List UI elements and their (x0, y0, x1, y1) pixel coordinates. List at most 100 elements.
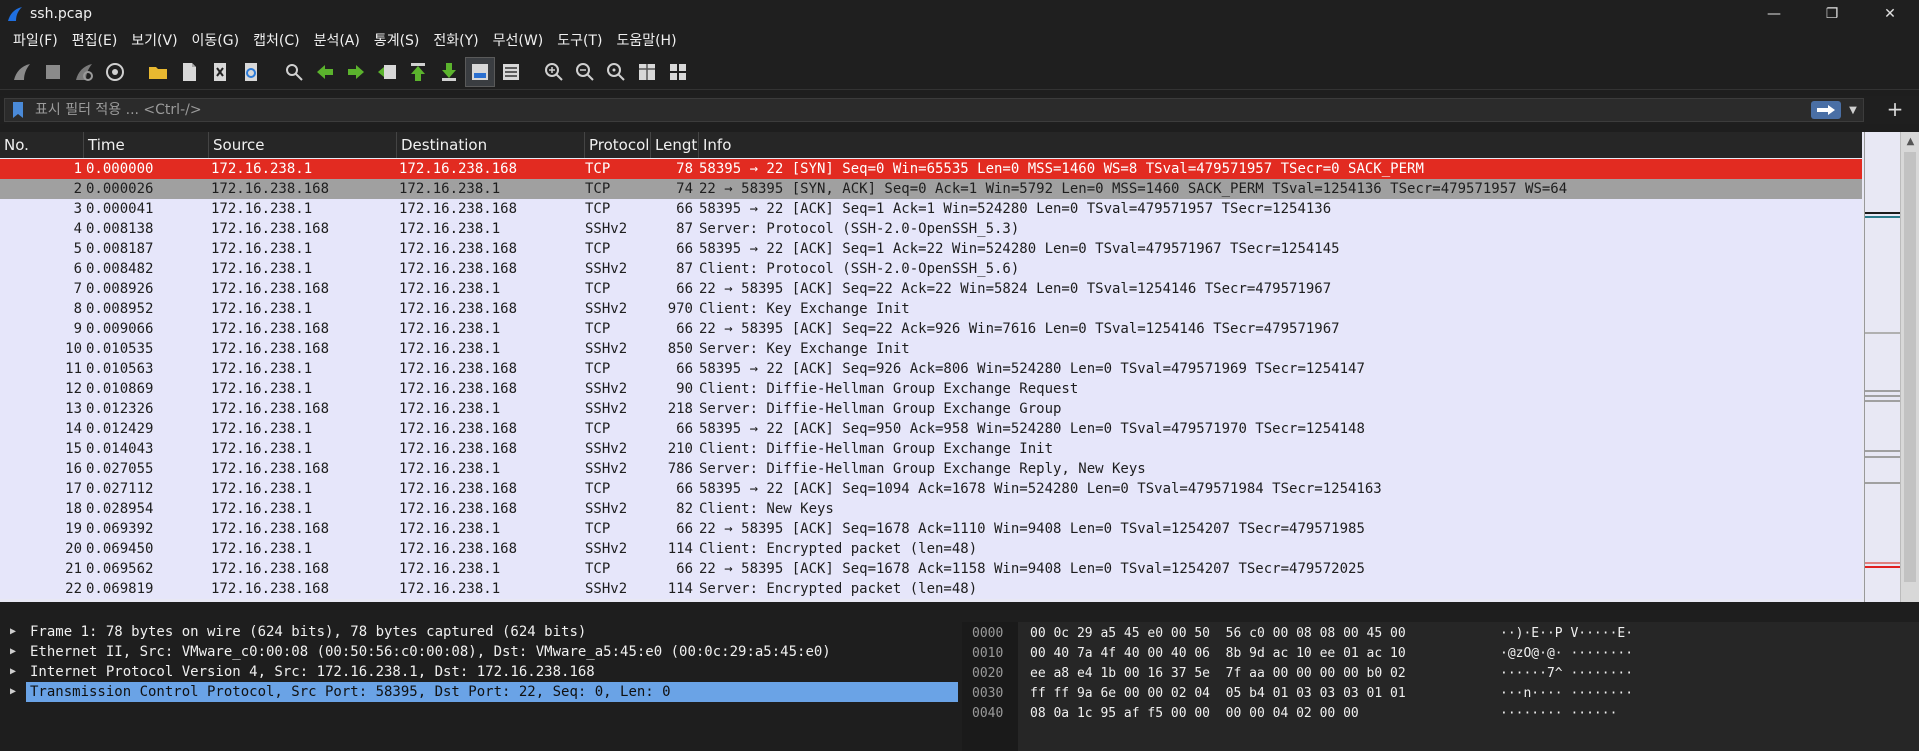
packet-info: 22 → 58395 [ACK] Seq=22 Ack=926 Win=7616… (699, 321, 1340, 337)
packet-row[interactable]: 19 0.069392 172.16.238.168 172.16.238.1 TCP 6… (0, 519, 1862, 539)
menu-edit[interactable]: 편집(E) (65, 28, 125, 54)
scroll-thumb[interactable] (1904, 152, 1916, 582)
packet-time: 0.012429 (86, 421, 154, 437)
apply-filter-button[interactable] (1811, 101, 1841, 119)
packet-source: 172.16.238.168 (211, 561, 330, 577)
column-no[interactable]: No. (0, 132, 84, 158)
expand-triangle-icon[interactable]: ▶ (10, 642, 16, 662)
display-filter-input[interactable] (27, 99, 1811, 121)
byte-hex[interactable]: 00 0c 29 a5 45 e0 00 50 56 c0 00 08 08 0… (1018, 622, 1478, 751)
menu-analyze[interactable]: 분석(A) (307, 28, 367, 54)
packet-row[interactable]: 10 0.010535 172.16.238.168 172.16.238.1 SSHv… (0, 339, 1862, 359)
restore-button[interactable]: ❐ (1803, 0, 1861, 28)
packet-row[interactable]: 14 0.012429 172.16.238.1 172.16.238.168 TCP 6… (0, 419, 1862, 439)
packet-row[interactable]: 4 0.008138 172.16.238.168 172.16.238.1 SSHv2… (0, 219, 1862, 239)
close-button[interactable]: ✕ (1861, 0, 1919, 28)
filter-history-dropdown[interactable]: ▼ (1845, 105, 1861, 116)
packet-destination: 172.16.238.168 (399, 261, 518, 277)
column-info[interactable]: Info (699, 132, 1862, 158)
packet-destination: 172.16.238.1 (399, 281, 501, 297)
packet-row[interactable]: 6 0.008482 172.16.238.1 172.16.238.168 SSHv2… (0, 259, 1862, 279)
packet-info: Server: Protocol (SSH-2.0-OpenSSH_5.3) (699, 221, 1020, 237)
zoom-out-button[interactable] (571, 58, 599, 86)
go-forward-button[interactable] (342, 58, 370, 86)
packet-info: 58395 → 22 [ACK] Seq=1 Ack=1 Win=524280 … (699, 201, 1332, 217)
stop-capture-button[interactable] (39, 58, 67, 86)
zoom-in-button[interactable] (540, 58, 568, 86)
packet-row[interactable]: 3 0.000041 172.16.238.1 172.16.238.168 TCP 66… (0, 199, 1862, 219)
save-file-button[interactable] (175, 58, 203, 86)
byte-ascii[interactable]: ··)·E··P V·····E· ·@zO@·@· ········ ····… (1478, 622, 1633, 751)
go-back-button[interactable] (311, 58, 339, 86)
go-to-packet-button[interactable] (373, 58, 401, 86)
packet-row[interactable]: 22 0.069819 172.16.238.168 172.16.238.1 SSHv… (0, 579, 1862, 599)
packet-no: 3 (73, 201, 82, 217)
detail-tcp[interactable]: ▶ Transmission Control Protocol, Src Port… (10, 682, 958, 702)
menu-file[interactable]: 파일(F) (6, 28, 65, 54)
reload-file-button[interactable] (237, 58, 265, 86)
packet-minimap[interactable] (1864, 132, 1901, 602)
packet-row[interactable]: 17 0.027112 172.16.238.1 172.16.238.168 TCP 6… (0, 479, 1862, 499)
packet-row[interactable]: 2 0.000026 172.16.238.168 172.16.238.1 TCP 74… (0, 179, 1862, 199)
packet-row[interactable]: 12 0.010869 172.16.238.1 172.16.238.168 SSHv… (0, 379, 1862, 399)
detail-ethernet[interactable]: ▶ Ethernet II, Src: VMware_c0:00:08 (00:5… (0, 642, 958, 662)
column-destination[interactable]: Destination (397, 132, 585, 158)
zoom-in-icon (545, 62, 563, 81)
packet-row[interactable]: 16 0.027055 172.16.238.168 172.16.238.1 SSHv… (0, 459, 1862, 479)
packet-row[interactable]: 21 0.069562 172.16.238.168 172.16.238.1 TCP 6… (0, 559, 1862, 579)
packet-row[interactable]: 20 0.069450 172.16.238.1 172.16.238.168 SSHv… (0, 539, 1862, 559)
packet-row[interactable]: 9 0.009066 172.16.238.168 172.16.238.1 TCP 66… (0, 319, 1862, 339)
close-file-button[interactable] (206, 58, 234, 86)
packet-protocol: SSHv2 (585, 381, 628, 397)
packet-length: 114 (667, 541, 693, 557)
packet-source: 172.16.238.168 (211, 341, 330, 357)
open-file-button[interactable] (144, 58, 172, 86)
menu-wireless[interactable]: 무선(W) (486, 28, 551, 54)
packet-length: 850 (667, 341, 693, 357)
restart-capture-button[interactable] (70, 58, 98, 86)
column-time[interactable]: Time (84, 132, 209, 158)
minimize-button[interactable]: — (1745, 0, 1803, 28)
packet-row[interactable]: 18 0.028954 172.16.238.1 172.16.238.168 SSHv… (0, 499, 1862, 519)
menu-help[interactable]: 도움말(H) (609, 28, 683, 54)
detail-frame[interactable]: ▶ Frame 1: 78 bytes on wire (624 bits), 7… (0, 622, 958, 642)
expand-triangle-icon[interactable]: ▶ (10, 662, 16, 682)
go-last-packet-button[interactable] (435, 58, 463, 86)
menu-go[interactable]: 이동(G) (185, 28, 247, 54)
packet-protocol: SSHv2 (585, 461, 628, 477)
packet-row[interactable]: 5 0.008187 172.16.238.1 172.16.238.168 TCP 66… (0, 239, 1862, 259)
autoscroll-button[interactable] (465, 56, 495, 87)
arrow-right-icon (1817, 105, 1835, 115)
packet-row[interactable]: 7 0.008926 172.16.238.168 172.16.238.1 TCP 66… (0, 279, 1862, 299)
expand-triangle-icon[interactable]: ▶ (10, 622, 16, 642)
packet-row[interactable]: 1 0.000000 172.16.238.1 172.16.238.168 TCP 78… (0, 159, 1862, 179)
colorize-button[interactable] (497, 58, 525, 86)
normal-size-button[interactable] (602, 58, 630, 86)
packet-time: 0.069562 (86, 561, 154, 577)
go-first-packet-button[interactable] (404, 58, 432, 86)
menu-telephony[interactable]: 전화(Y) (426, 28, 485, 54)
add-filter-button[interactable]: + (1883, 98, 1907, 122)
packet-row[interactable]: 15 0.014043 172.16.238.1 172.16.238.168 SSHv… (0, 439, 1862, 459)
start-capture-button[interactable] (8, 58, 36, 86)
packet-list-vertical-scrollbar[interactable]: ▲ (1900, 132, 1919, 602)
column-source[interactable]: Source (209, 132, 397, 158)
menu-statistics[interactable]: 통계(S) (367, 28, 427, 54)
packet-row[interactable]: 8 0.008952 172.16.238.1 172.16.238.168 SSHv2… (0, 299, 1862, 319)
capture-options-button[interactable] (101, 58, 129, 86)
resize-columns-button[interactable] (633, 58, 661, 86)
packet-row[interactable]: 13 0.012326 172.16.238.168 172.16.238.1 SSHv… (0, 399, 1862, 419)
layout-button[interactable] (664, 58, 692, 86)
packet-length: 66 (676, 361, 693, 377)
column-protocol[interactable]: Protocol (585, 132, 651, 158)
menu-tools[interactable]: 도구(T) (550, 28, 609, 54)
menu-view[interactable]: 보기(V) (124, 28, 184, 54)
column-length[interactable]: Length (651, 132, 699, 158)
detail-ipv4[interactable]: ▶ Internet Protocol Version 4, Src: 172.1… (0, 662, 958, 682)
bookmark-icon[interactable] (9, 100, 27, 120)
menu-capture[interactable]: 캡처(C) (246, 28, 306, 54)
scroll-up-arrow-icon[interactable]: ▲ (1901, 132, 1919, 150)
expand-triangle-icon[interactable]: ▶ (10, 682, 16, 702)
find-packet-button[interactable] (280, 58, 308, 86)
packet-row[interactable]: 11 0.010563 172.16.238.1 172.16.238.168 TCP 6… (0, 359, 1862, 379)
